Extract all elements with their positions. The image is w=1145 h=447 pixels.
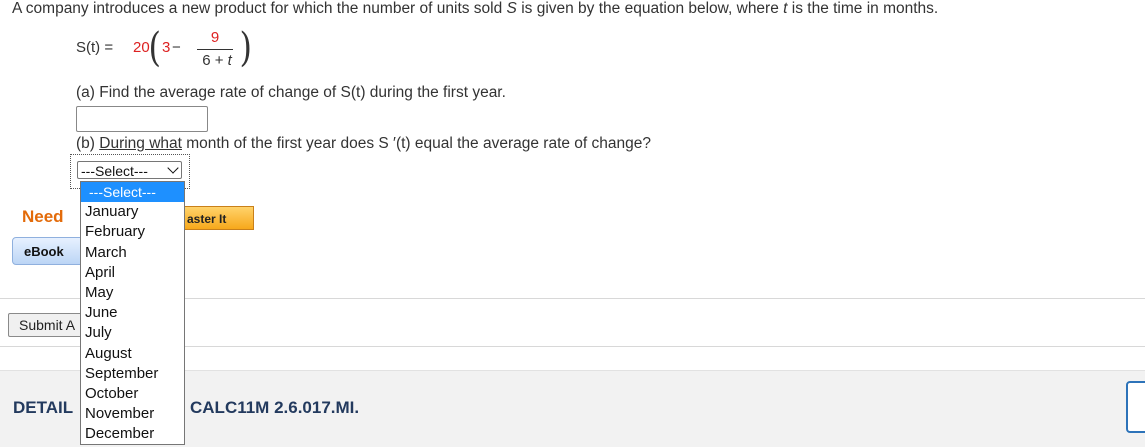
dropdown-option[interactable]: June (81, 303, 184, 323)
month-select[interactable]: ---Select--- (77, 161, 182, 179)
dropdown-option[interactable]: ---Select--- (81, 182, 184, 203)
question-text: A company introduces a new product for w… (12, 0, 939, 17)
month-dropdown-list[interactable]: ---Select--- January February March Apri… (80, 181, 185, 445)
dropdown-option[interactable]: September (81, 364, 184, 384)
left-paren: ( (148, 25, 162, 71)
side-panel-box[interactable] (1126, 381, 1145, 433)
equation-minus: − (172, 39, 181, 56)
dropdown-option[interactable]: March (81, 243, 184, 263)
details-label: DETAIL (13, 398, 74, 417)
fraction-bar (197, 49, 233, 50)
equation-lhs: S(t) = (76, 39, 114, 56)
equation: S(t) = 20 ( 3 − 9 6 + t ) (76, 26, 296, 74)
month-select-value: ---Select--- (81, 163, 148, 179)
dropdown-option[interactable]: January (81, 202, 184, 222)
dropdown-option[interactable]: December (81, 424, 184, 444)
fraction: 9 6 + t (197, 29, 239, 73)
dropdown-option[interactable]: August (81, 344, 184, 364)
dropdown-option[interactable]: November (81, 404, 184, 424)
dropdown-option[interactable]: February (81, 222, 184, 242)
equation-three: 3 (162, 39, 171, 56)
details-code: CALC11M 2.6.017.MI. (190, 398, 360, 417)
dropdown-option[interactable]: July (81, 323, 184, 343)
part-a-label: (a) Find the average rate of change of S… (76, 84, 506, 101)
chevron-down-icon (167, 162, 179, 174)
answer-input-a[interactable] (76, 106, 208, 132)
equation-coef: 20 (133, 39, 150, 56)
need-help-label: Need (22, 207, 64, 226)
part-b-label: (b) During what month of the first year … (76, 135, 652, 152)
dropdown-option[interactable]: April (81, 263, 184, 283)
fraction-numerator: 9 (210, 29, 220, 46)
fraction-denominator: 6 + t (202, 52, 232, 69)
dropdown-option[interactable]: May (81, 283, 184, 303)
right-paren: ) (239, 25, 253, 71)
dropdown-option[interactable]: October (81, 384, 184, 404)
